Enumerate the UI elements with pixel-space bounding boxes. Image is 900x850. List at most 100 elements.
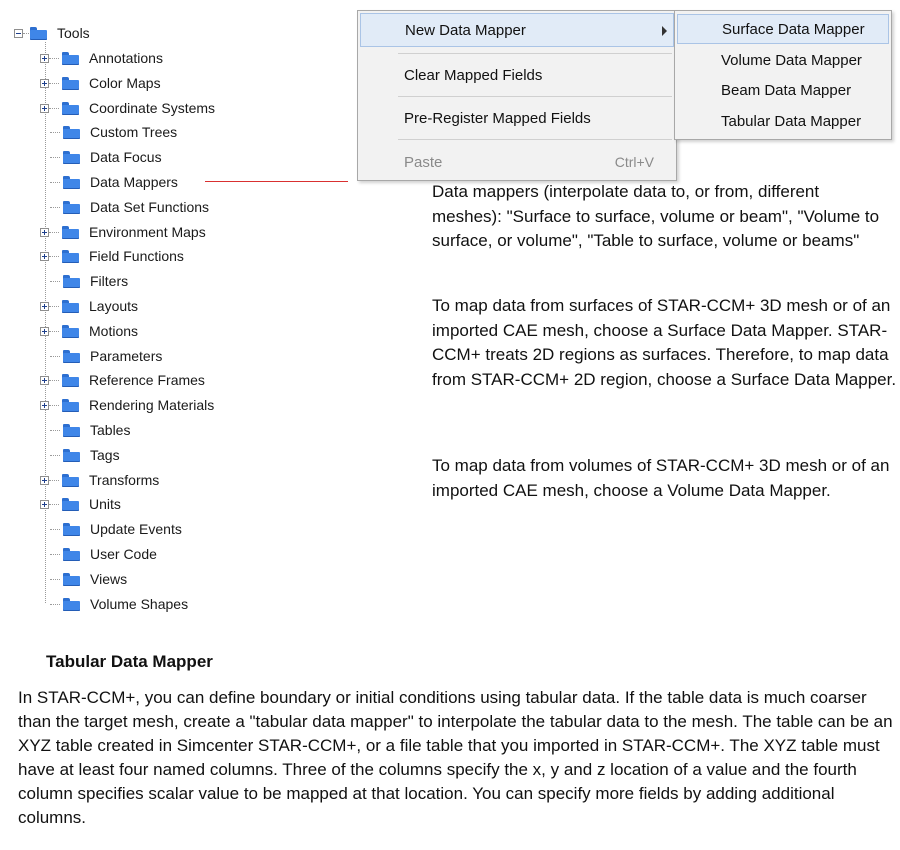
tree-connector [50, 355, 60, 357]
menu-item-clear-mapped-fields[interactable]: Clear Mapped Fields [360, 58, 674, 92]
folder-icon [62, 249, 79, 263]
expand-icon[interactable] [40, 475, 49, 485]
tree-connector [50, 578, 60, 580]
folder-icon [63, 572, 80, 586]
tree-node-label: User Code [90, 546, 157, 562]
expand-icon[interactable] [40, 78, 49, 88]
menu-item-label: Paste [404, 153, 443, 171]
tree-connector [50, 553, 60, 555]
tree-node-label: Tools [57, 25, 90, 41]
tree-node-annotations[interactable]: Annotations [40, 48, 163, 68]
submenu-item-label: Volume Data Mapper [721, 51, 862, 69]
menu-item-pre-register-mapped-fields[interactable]: Pre-Register Mapped Fields [360, 101, 674, 135]
tree-connector [50, 429, 60, 431]
tree-node-custom-trees[interactable]: Custom Trees [40, 122, 177, 142]
tree-node-label: Transforms [89, 472, 160, 488]
tree-node-filters[interactable]: Filters [40, 271, 128, 291]
expand-icon[interactable] [40, 499, 49, 509]
tree-node-label: Data Mappers [90, 174, 178, 190]
tree-node-reference-frames[interactable]: Reference Frames [40, 370, 205, 390]
folder-icon [63, 274, 80, 288]
tree-node-label: Data Focus [90, 149, 162, 165]
tree-node-coordinate-systems[interactable]: Coordinate Systems [40, 98, 215, 118]
folder-icon [63, 547, 80, 561]
tree-connector [49, 231, 59, 233]
paste-shortcut: Ctrl+V [614, 154, 654, 170]
tree-node-units[interactable]: Units [40, 494, 121, 514]
tree-node-label: Parameters [90, 348, 163, 364]
expand-icon[interactable] [40, 400, 49, 410]
tree-node-tags[interactable]: Tags [40, 445, 120, 465]
tree-node-transforms[interactable]: Transforms [40, 470, 159, 490]
tree-node-data-focus[interactable]: Data Focus [40, 147, 162, 167]
tree-node-environment-maps[interactable]: Environment Maps [40, 222, 206, 242]
menu-item-label: Pre-Register Mapped Fields [404, 109, 591, 127]
tree-node-label: Environment Maps [89, 224, 206, 240]
tree-node-label: Coordinate Systems [89, 100, 216, 116]
menu-item-label: Clear Mapped Fields [404, 66, 543, 84]
tree-node-user-code[interactable]: User Code [40, 544, 157, 564]
tree-connector [50, 206, 60, 208]
menu-item-paste[interactable]: Paste Ctrl+V [360, 145, 674, 179]
folder-icon [62, 76, 79, 90]
expand-icon[interactable] [40, 227, 49, 237]
tree-connector [49, 107, 59, 109]
folder-icon [63, 175, 80, 189]
tree-node-tables[interactable]: Tables [40, 420, 130, 440]
submenu-item-surface-data-mapper[interactable]: Surface Data Mapper [677, 14, 889, 44]
tabular-mapper-description: In STAR-CCM+, you can define boundary or… [18, 688, 893, 827]
submenu-item-beam-data-mapper[interactable]: Beam Data Mapper [677, 75, 889, 105]
menu-separator [398, 53, 672, 54]
tree-node-volume-shapes[interactable]: Volume Shapes [40, 594, 188, 614]
folder-icon [63, 423, 80, 437]
tree-node-field-functions[interactable]: Field Functions [40, 246, 184, 266]
expand-icon[interactable] [40, 301, 49, 311]
tree-connector [50, 280, 60, 282]
expand-icon[interactable] [40, 326, 49, 336]
folder-icon [62, 497, 79, 511]
tabular-data-mapper-heading: Tabular Data Mapper [46, 652, 213, 671]
tree-connector [49, 479, 59, 481]
expand-icon[interactable] [40, 103, 49, 113]
tree-connector [49, 82, 59, 84]
tree-node-label: Annotations [89, 50, 163, 66]
tree-node-layouts[interactable]: Layouts [40, 296, 138, 316]
tree-node-label: Motions [89, 323, 139, 339]
expand-icon[interactable] [40, 251, 49, 261]
tree-node-motions[interactable]: Motions [40, 321, 138, 341]
folder-icon [63, 150, 80, 164]
menu-item-label: New Data Mapper [405, 21, 526, 39]
folder-icon [63, 597, 80, 611]
tree-node-label: Rendering Materials [89, 397, 215, 413]
tree-connector [23, 32, 29, 34]
tree-node-update-events[interactable]: Update Events [40, 519, 182, 539]
folder-icon [63, 125, 80, 139]
collapse-icon[interactable] [14, 28, 23, 38]
tree-connector [49, 379, 59, 381]
tree-node-parameters[interactable]: Parameters [40, 346, 162, 366]
submenu-item-volume-data-mapper[interactable]: Volume Data Mapper [677, 45, 889, 75]
tree-node-rendering-materials[interactable]: Rendering Materials [40, 395, 214, 415]
menu-separator [398, 139, 672, 140]
tree-connector [49, 255, 59, 257]
surface-mapper-description: To map data from surfaces of STAR-CCM+ 3… [432, 296, 897, 389]
tree-connector [49, 503, 59, 505]
tree-connector [50, 131, 60, 133]
tree-node-color-maps[interactable]: Color Maps [40, 73, 161, 93]
expand-icon[interactable] [40, 375, 49, 385]
tree-node-views[interactable]: Views [40, 569, 127, 589]
tree-node-label: Data Set Functions [90, 199, 210, 215]
menu-item-new-data-mapper[interactable]: New Data Mapper [360, 13, 674, 47]
new-data-mapper-submenu: Surface Data Mapper Volume Data Mapper B… [674, 10, 892, 140]
tools-tree: Tools Annotations Color Maps Coordinate Sy… [0, 0, 360, 620]
tree-connector [50, 454, 60, 456]
tree-node-label: Views [90, 571, 128, 587]
expand-icon[interactable] [40, 53, 49, 63]
tree-connector [49, 330, 59, 332]
tree-node-tools[interactable]: Tools [14, 23, 90, 43]
tree-node-label: Tables [90, 422, 131, 438]
tree-node-data-mappers[interactable]: Data Mappers [40, 172, 178, 192]
tree-node-data-set-functions[interactable]: Data Set Functions [40, 197, 209, 217]
callout-line [205, 181, 348, 182]
submenu-item-tabular-data-mapper[interactable]: Tabular Data Mapper [677, 106, 889, 136]
